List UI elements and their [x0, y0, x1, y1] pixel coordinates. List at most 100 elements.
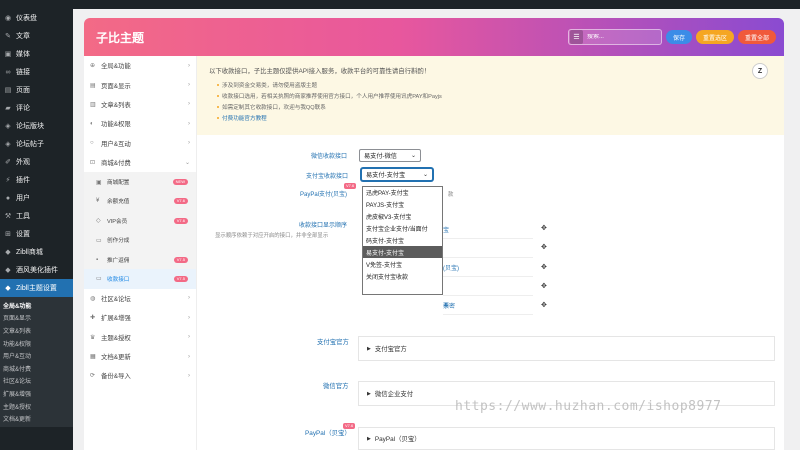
settings-nav: ⊕ 全局&功能 › ▤ 页面&显示 › ▥ 文章&列表 › ◐ 功能&权限 › ○ 用户&互动 › … — [84, 56, 197, 450]
submenu-item[interactable]: 页面&显示 — [0, 312, 73, 325]
submenu-item[interactable]: 扩展&增强 — [0, 387, 73, 400]
nav-item-pages[interactable]: ▤ 页面&显示 › — [84, 75, 196, 94]
dropdown-option[interactable]: PAYJS-支付宝 — [363, 199, 442, 211]
menu-item-links[interactable]: ∞ 链接 — [0, 63, 73, 81]
drag-handle-icon[interactable]: ✥ — [541, 224, 547, 232]
row-label: 卡密 — [443, 303, 456, 310]
nav-item-docs[interactable]: ▦ 文档&更新 › — [84, 347, 196, 366]
dropdown-option[interactable]: V免签-支付宝 — [363, 258, 442, 270]
reset-all-button[interactable]: 重置全部 — [737, 30, 776, 44]
drag-handle-icon[interactable]: ✥ — [541, 301, 547, 309]
nav-badge: V7.6 — [173, 198, 188, 205]
dashboard-icon: ◉ — [4, 15, 12, 22]
submenu-item[interactable]: 文档&更新 — [0, 412, 73, 425]
book-icon: ▥ — [90, 101, 96, 108]
nav-item-label: 余额充值 — [107, 199, 130, 206]
page-icon: ▤ — [4, 87, 12, 94]
settings-header: 子比主题 ☰ 保存 重置选区 重置全部 — [84, 18, 784, 56]
nav-item-backup[interactable]: ⟳ 备份&导入 › — [84, 366, 196, 385]
table-row[interactable] — [443, 239, 533, 259]
nav-item-global[interactable]: ⊕ 全局&功能 › — [84, 56, 196, 75]
nav-item-shop-config[interactable]: ▣ 商城配置 NEW — [84, 172, 196, 192]
notice-box: 以下收款接口，子比主题仅提供API接入服务，收款平台的可靠性请自行斟酌！ 涉及到… — [197, 56, 784, 135]
menu-item-media[interactable]: ▣ 媒体 — [0, 45, 73, 63]
search-input[interactable] — [586, 34, 661, 40]
nav-item-revenue-share[interactable]: ▭ 创作分成 — [84, 230, 196, 250]
table-row[interactable] — [443, 277, 533, 297]
link-icon: ∞ — [5, 68, 11, 76]
submenu-item[interactable]: 功能&权限 — [0, 337, 73, 350]
drag-handle-icon[interactable]: ✥ — [541, 243, 547, 251]
diamond-icon: ◇ — [96, 218, 101, 225]
menu-icon[interactable]: ☰ — [569, 30, 583, 44]
table-row[interactable]: 宝 — [443, 220, 533, 240]
row-label: (贝宝) — [443, 265, 459, 272]
plugin2-icon: ◆ — [5, 267, 11, 274]
table-row[interactable]: (贝宝) — [443, 258, 533, 278]
dropdown-option[interactable]: 支付宝企业支付/当面付 — [363, 223, 442, 235]
menu-item-plugins[interactable]: ⚡ 插件 — [0, 171, 73, 189]
menu-item-settings[interactable]: ⊞ 设置 — [0, 225, 73, 243]
menu-item-beautify-plugin[interactable]: ◆ 酒风美化插件 — [0, 261, 73, 279]
nav-item-affiliate[interactable]: ▪ 推广返佣 V7.5 — [84, 249, 196, 270]
nav-item-vip[interactable]: ◇ VIP会员 V7.6 — [84, 211, 196, 231]
save-button[interactable]: 保存 — [665, 30, 692, 44]
nav-item-label: 功能&权限 — [101, 121, 131, 129]
menu-item-label: Zibll主题设置 — [16, 285, 57, 292]
reset-selection-button[interactable]: 重置选区 — [695, 30, 734, 44]
admin-bar — [0, 0, 800, 9]
menu-item-comments[interactable]: ▰ 评论 — [0, 99, 73, 117]
dropdown-option[interactable]: 虎皮椒V3-支付宝 — [363, 211, 442, 223]
wp-admin-menu: ◉ 仪表盘 ✎ 文章 ▣ 媒体 ∞ 链接 ▤ 页面 ▰ 评论 ◈ 论坛版块 ◈ 论坛帖子 ✐ 外观… — [0, 9, 73, 450]
nav-item-extensions[interactable]: ✚ 扩展&增强 › — [84, 308, 196, 327]
chevron-right-icon: › — [188, 353, 190, 360]
table-row[interactable]: 卡密 — [443, 296, 533, 316]
menu-item-label: 页面 — [16, 87, 30, 94]
order-description: 显示顺序依赖于对应开启的接口，并非全部显示 — [215, 233, 329, 239]
submenu-item[interactable]: 用户&互动 — [0, 349, 73, 362]
menu-item-dashboard[interactable]: ◉ 仪表盘 — [0, 9, 73, 27]
drag-handle-icon[interactable]: ✥ — [541, 263, 547, 271]
accordion-paypal[interactable]: ▶ PayPal（贝宝） — [358, 427, 775, 450]
version-badge: V7.6 — [343, 423, 356, 429]
accordion-title: 支付宝官方 — [374, 346, 407, 353]
nav-item-users[interactable]: ○ 用户&互动 › — [84, 134, 196, 153]
menu-item-label: 论坛帖子 — [16, 141, 44, 148]
tutorial-link[interactable]: 付费功能官方教程 — [222, 114, 267, 122]
menu-item-users[interactable]: ● 用户 — [0, 189, 73, 207]
dropdown-option[interactable]: 码支付-支付宝 — [363, 235, 442, 247]
dropdown-option[interactable]: 关闭支付宝收款 — [363, 270, 442, 282]
menu-item-pages[interactable]: ▤ 页面 — [0, 81, 73, 99]
dropdown-option[interactable]: 迅虎PAY-支付宝 — [363, 187, 442, 199]
nav-item-shop[interactable]: ⊡ 商城&付费 ⌄ — [84, 153, 196, 172]
menu-item-posts[interactable]: ✎ 文章 — [0, 27, 73, 45]
menu-item-zibll-shop[interactable]: ◆ Zibll商城 — [0, 243, 73, 261]
page-title: 子比主题 — [96, 30, 145, 45]
nav-item-license[interactable]: ♛ 主题&授权 › — [84, 327, 196, 346]
menu-item-zibll-theme[interactable]: ◆ Zibll主题设置 — [0, 279, 73, 297]
menu-item-forums[interactable]: ◈ 论坛版块 — [0, 117, 73, 135]
drag-handle-icon[interactable]: ✥ — [541, 282, 547, 290]
alipay-gateway-select[interactable]: 易支付-支付宝 ⌄ — [361, 168, 433, 181]
nav-item-balance[interactable]: ¥ 余额充值 V7.6 — [84, 191, 196, 212]
wechat-gateway-select[interactable]: 易支付-微信 ⌄ — [359, 149, 421, 162]
nav-item-payment-gateways[interactable]: ▭ 收款接口 V7.5 — [84, 269, 196, 289]
nav-item-label: 全局&功能 — [101, 63, 131, 71]
submenu-item[interactable]: 社区&论坛 — [0, 375, 73, 388]
submenu-item[interactable]: 商城&付费 — [0, 362, 73, 375]
submenu-item[interactable]: 全局&功能 — [0, 299, 73, 312]
submenu-item[interactable]: 文章&列表 — [0, 324, 73, 337]
user-icon: ● — [5, 194, 11, 202]
nav-item-community[interactable]: ◍ 社区&论坛 › — [84, 289, 196, 308]
nav-item-permissions[interactable]: ◐ 功能&权限 › — [84, 114, 196, 133]
accordion-alipay-official[interactable]: ▶ 支付宝官方 — [358, 336, 775, 361]
section-label-wechat-official: 微信官方 — [323, 383, 349, 390]
menu-item-label: 评论 — [16, 105, 30, 112]
menu-item-forum-posts[interactable]: ◈ 论坛帖子 — [0, 135, 73, 153]
nav-item-posts[interactable]: ▥ 文章&列表 › — [84, 95, 196, 114]
menu-item-appearance[interactable]: ✐ 外观 — [0, 153, 73, 171]
dropdown-option-selected[interactable]: 易支付-支付宝 — [363, 246, 442, 259]
share-icon: ▭ — [96, 237, 102, 244]
submenu-item[interactable]: 主题&授权 — [0, 400, 73, 413]
menu-item-tools[interactable]: ⚒ 工具 — [0, 207, 73, 225]
